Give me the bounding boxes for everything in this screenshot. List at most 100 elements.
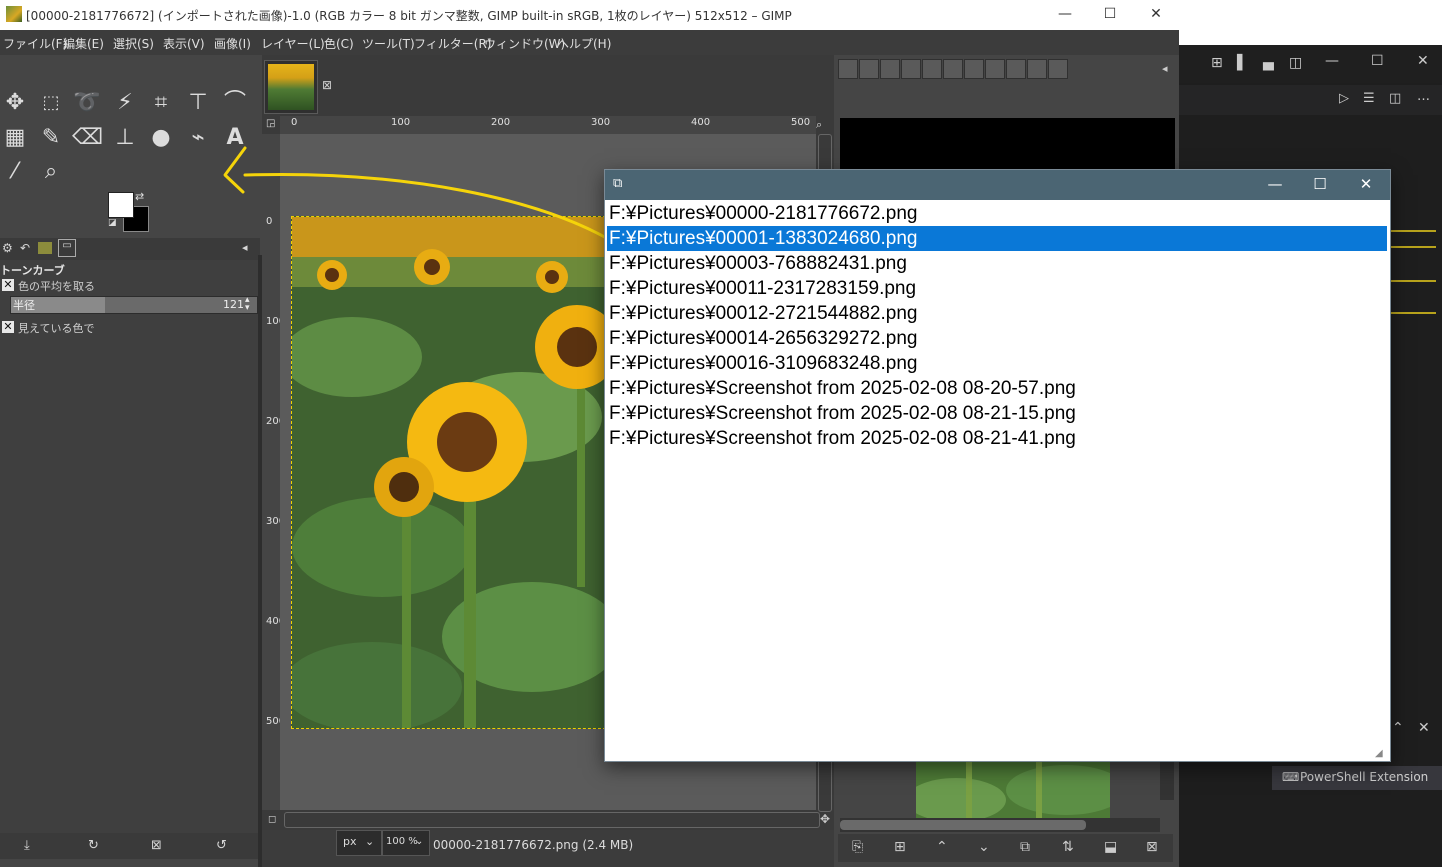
resize-grip-icon[interactable]: ◢ xyxy=(1375,748,1383,759)
warp-tool-icon[interactable]: ⌒ xyxy=(220,88,250,118)
menu-help[interactable]: ヘルプ(H) xyxy=(557,35,611,52)
gradient-tool-icon[interactable]: ▦ xyxy=(0,123,30,153)
reset-options-icon[interactable]: ↺ xyxy=(216,838,227,853)
dock-scrollbar-thumb[interactable] xyxy=(840,820,1086,830)
close-tab-icon[interactable]: ⊠ xyxy=(322,78,332,92)
save-preset-icon[interactable]: ⤓ xyxy=(24,838,30,853)
list-item[interactable]: F:¥Pictures¥00003-768882431.png xyxy=(607,251,1387,276)
default-colors-icon[interactable]: ◪ xyxy=(108,218,117,228)
layer-mask-icon[interactable]: ⬓ xyxy=(1104,839,1117,855)
transform-tool-icon[interactable]: ⊤ xyxy=(183,88,213,118)
delete-preset-icon[interactable]: ⊠ xyxy=(151,838,162,853)
run-selection-icon[interactable]: ☰ xyxy=(1363,91,1375,106)
smudge-tool-icon[interactable]: ● xyxy=(146,123,176,153)
foreground-color-swatch[interactable] xyxy=(108,192,134,218)
warning-tab-icon[interactable] xyxy=(964,59,984,79)
close-icon[interactable]: ✕ xyxy=(1417,53,1429,69)
delete-layer-icon[interactable]: ⊠ xyxy=(1146,839,1158,855)
dock-scrollbar[interactable] xyxy=(840,818,1160,832)
quick-mask-icon[interactable]: ◲ xyxy=(266,118,275,129)
panel-toggle-icon[interactable]: ▄ xyxy=(1263,55,1274,71)
menu-filters[interactable]: フィルター(R) xyxy=(414,35,491,52)
swap-colors-icon[interactable]: ⇄ xyxy=(135,190,144,203)
brush-tab-icon[interactable] xyxy=(838,59,858,79)
dock-menu-icon[interactable]: ◂ xyxy=(1162,62,1168,75)
fuzzy-select-tool-icon[interactable]: ⚡ xyxy=(110,88,140,118)
clone-tool-icon[interactable]: ⊥ xyxy=(110,123,140,153)
menu-windows[interactable]: ウィンドウ(W) xyxy=(484,35,565,52)
undo-history-tab-icon[interactable]: ↶ xyxy=(20,241,30,255)
dialog-close-button[interactable]: ✕ xyxy=(1343,170,1389,200)
zoom-fit-icon[interactable]: ⌕ xyxy=(816,118,822,132)
crop-tool-icon[interactable]: ⌗ xyxy=(146,88,176,118)
chevron-up-icon[interactable]: ⌃ xyxy=(1392,720,1404,736)
list-item-selected[interactable]: F:¥Pictures¥00001-1383024680.png xyxy=(607,226,1387,251)
raise-layer-icon[interactable]: ⌃ xyxy=(936,839,948,855)
minimize-button[interactable]: — xyxy=(1042,0,1088,30)
pattern-tab-icon[interactable] xyxy=(859,59,879,79)
device-status-tab-icon[interactable]: ▭ xyxy=(58,239,76,257)
path-tool-icon[interactable]: ⌁ xyxy=(183,123,213,153)
menu-edit[interactable]: 編集(E) xyxy=(63,35,104,52)
maximize-icon[interactable]: ☐ xyxy=(1371,53,1384,69)
close-panel-icon[interactable]: ✕ xyxy=(1418,720,1430,736)
clipboard-tab-icon[interactable] xyxy=(1048,59,1068,79)
restore-preset-icon[interactable]: ↻ xyxy=(88,838,99,853)
list-item[interactable]: F:¥Pictures¥Screenshot from 2025-02-08 0… xyxy=(607,401,1387,426)
zoom-tool-icon[interactable]: ⌕ xyxy=(36,157,66,187)
rect-select-tool-icon[interactable]: ⬚ xyxy=(36,88,66,118)
unit-select[interactable]: px ⌄ xyxy=(336,830,382,856)
move-tool-icon[interactable]: ✥ xyxy=(0,88,30,118)
new-layer-group-icon[interactable]: ⊞ xyxy=(894,839,906,855)
nav-square-icon[interactable]: ◻ xyxy=(268,814,276,825)
file-list[interactable]: F:¥Pictures¥00000-2181776672.png F:¥Pict… xyxy=(607,201,1387,751)
merge-layer-icon[interactable]: ⇅ xyxy=(1062,839,1074,855)
secondary-sidebar-icon[interactable]: ◫ xyxy=(1289,55,1302,71)
lasso-tool-icon[interactable]: ➰ xyxy=(72,88,102,118)
list-item[interactable]: F:¥Pictures¥Screenshot from 2025-02-08 0… xyxy=(607,426,1387,451)
channels-tab-icon[interactable] xyxy=(1006,59,1026,79)
layout-icon[interactable]: ⊞ xyxy=(1211,55,1223,71)
close-button[interactable]: ✕ xyxy=(1133,0,1179,30)
document-history-tab-icon[interactable] xyxy=(901,59,921,79)
minimize-icon[interactable]: — xyxy=(1325,53,1339,69)
list-item[interactable]: F:¥Pictures¥Screenshot from 2025-02-08 0… xyxy=(607,376,1387,401)
palette-tab-icon[interactable] xyxy=(985,59,1005,79)
list-item[interactable]: F:¥Pictures¥00016-3109683248.png xyxy=(607,351,1387,376)
dock-vscrollbar[interactable] xyxy=(1160,760,1174,800)
dialog-minimize-button[interactable]: — xyxy=(1252,170,1298,200)
new-layer-icon[interactable]: ⎘ xyxy=(852,839,863,855)
histogram-tab-icon[interactable] xyxy=(1027,59,1047,79)
sample-merged-checkbox[interactable]: ✕ xyxy=(2,321,14,333)
sample-average-row[interactable]: ✕ 色の平均を取る xyxy=(0,278,258,294)
spin-arrows-icon[interactable]: ▴ ▾ xyxy=(245,296,250,313)
list-item[interactable]: F:¥Pictures¥00012-2721544882.png xyxy=(607,301,1387,326)
dialog-maximize-button[interactable]: ☐ xyxy=(1297,170,1343,200)
menu-image[interactable]: 画像(I) xyxy=(214,35,251,52)
font-tab-icon[interactable] xyxy=(880,59,900,79)
split-editor-icon[interactable]: ◫ xyxy=(1389,91,1401,106)
powershell-extension-item[interactable]: ⌨ PowerShell Extension xyxy=(1272,766,1442,790)
sample-merged-row[interactable]: ✕ 見えている色で xyxy=(0,320,258,336)
list-item[interactable]: F:¥Pictures¥00011-2317283159.png xyxy=(607,276,1387,301)
sample-average-checkbox[interactable]: ✕ xyxy=(2,279,14,291)
menu-select[interactable]: 選択(S) xyxy=(113,35,154,52)
menu-layer[interactable]: レイヤー(L) xyxy=(261,35,325,52)
menu-view[interactable]: 表示(V) xyxy=(163,35,205,52)
sidebar-toggle-icon[interactable]: ▌ xyxy=(1237,55,1248,71)
menu-colors[interactable]: 色(C) xyxy=(324,35,354,52)
gradient-tab-icon[interactable] xyxy=(943,59,963,79)
eraser-tool-icon[interactable]: ⌫ xyxy=(72,123,103,153)
tool-options-tab-icon[interactable]: ⚙ xyxy=(2,241,13,255)
duplicate-layer-icon[interactable]: ⧉ xyxy=(1020,839,1030,855)
paint-dynamics-tab-icon[interactable] xyxy=(922,59,942,79)
more-actions-icon[interactable]: … xyxy=(1417,89,1430,104)
zoom-select[interactable]: 100 % ⌄ xyxy=(382,830,430,856)
paintbrush-tool-icon[interactable]: ✎ xyxy=(36,123,66,153)
menu-file[interactable]: ファイル(F) xyxy=(3,35,67,52)
maximize-button[interactable]: ☐ xyxy=(1087,0,1133,30)
lower-layer-icon[interactable]: ⌄ xyxy=(978,839,990,855)
list-item[interactable]: F:¥Pictures¥00000-2181776672.png xyxy=(607,201,1387,226)
navigate-icon[interactable]: ✥ xyxy=(820,812,830,826)
sunflower-image[interactable] xyxy=(291,216,606,729)
